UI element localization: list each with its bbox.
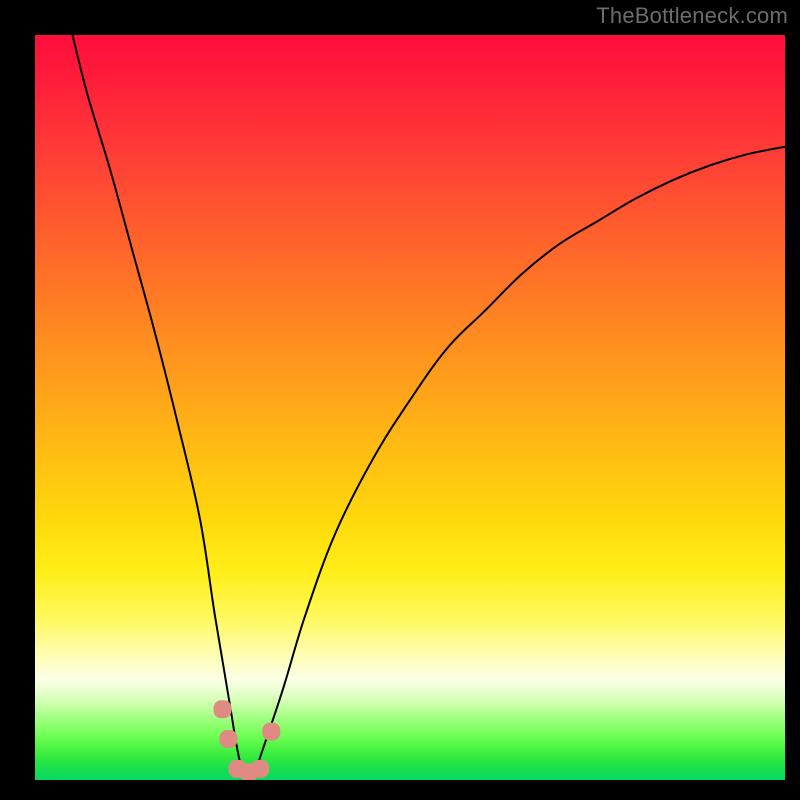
- plot-area: [35, 35, 785, 780]
- bottleneck-curve: [73, 35, 786, 780]
- data-marker: [240, 764, 258, 780]
- data-marker: [220, 730, 238, 748]
- chart-overlay: [35, 35, 785, 780]
- attribution-text: TheBottleneck.com: [596, 3, 788, 29]
- data-marker: [229, 760, 247, 778]
- data-marker: [262, 723, 280, 741]
- data-marker: [214, 700, 232, 718]
- chart-container: TheBottleneck.com: [0, 0, 800, 800]
- data-marker: [251, 760, 269, 778]
- data-markers: [214, 700, 281, 780]
